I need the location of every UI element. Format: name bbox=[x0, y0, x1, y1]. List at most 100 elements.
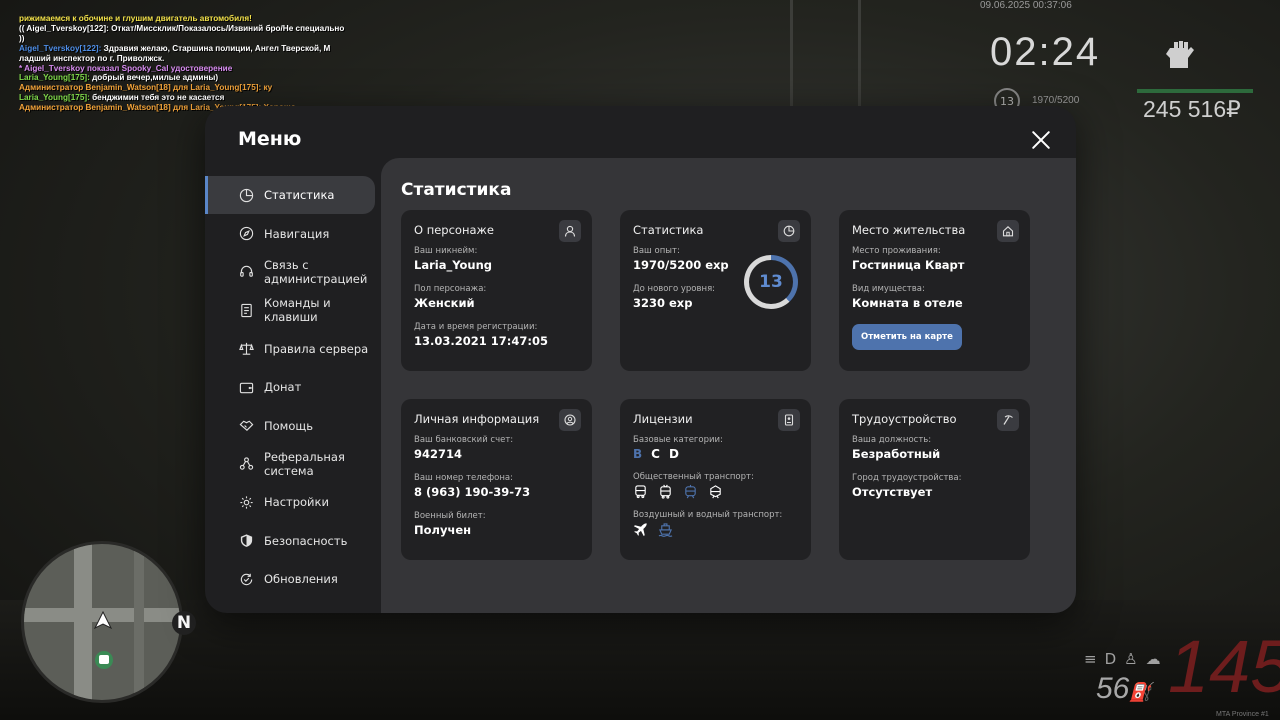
air-water-licenses bbox=[633, 522, 798, 537]
minimap-road bbox=[134, 544, 144, 700]
card-title: Трудоустройство bbox=[852, 412, 957, 426]
sidebar-item-label: Статистика bbox=[264, 188, 335, 203]
chat-log: рижимаемся к обочине и глушим двигатель … bbox=[19, 14, 359, 113]
headset-icon bbox=[237, 263, 255, 281]
hud-date: 09.06.2025 00:37:06 bbox=[980, 0, 1072, 11]
field-label: Дата и время регистрации: bbox=[414, 322, 538, 332]
card-title: Место жительства bbox=[852, 223, 966, 237]
level-value: 13 bbox=[749, 260, 793, 304]
card-character: О персонаже Ваш никнейм: Laria_Young Пол… bbox=[401, 210, 592, 371]
sidebar-item-scales[interactable]: Правила сервера bbox=[205, 330, 381, 368]
sidebar-item-document[interactable]: Команды и клавиши bbox=[205, 291, 381, 329]
fuel-icon: ⛽ bbox=[1129, 682, 1152, 702]
stats-title: Статистика bbox=[401, 180, 512, 200]
card-title: Статистика bbox=[633, 223, 704, 237]
sidebar-item-label: Правила сервера bbox=[264, 341, 369, 356]
hud-speed: 145 bbox=[1168, 625, 1280, 708]
sidebar-item-label: Команды и клавиши bbox=[264, 296, 331, 325]
place-value: Гостиница Кварт bbox=[852, 258, 965, 272]
engine-icon: ☁ bbox=[1145, 650, 1169, 668]
chat-line: Laria_Young[175]: добрый вечер,милые адм… bbox=[19, 73, 359, 83]
city-value: Отсутствует bbox=[852, 485, 933, 499]
pie-chart-icon bbox=[778, 220, 800, 242]
document-icon bbox=[237, 301, 255, 319]
sidebar-item-label: Обновления bbox=[264, 572, 338, 587]
sidebar-item-wallet[interactable]: Донат bbox=[205, 368, 381, 406]
field-label: Военный билет: bbox=[414, 511, 486, 521]
tram-icon bbox=[683, 484, 698, 499]
bus-stop-icon bbox=[95, 651, 113, 669]
public-transport-licenses bbox=[633, 484, 798, 499]
wallet-icon bbox=[237, 378, 255, 396]
trolleybus-icon bbox=[658, 484, 673, 499]
field-label: Общественный транспорт: bbox=[633, 472, 754, 482]
sidebar-item-network[interactable]: Реферальная система bbox=[205, 445, 381, 483]
chat-message: добрый вечер,милые админы) bbox=[89, 73, 219, 83]
refresh-check-icon bbox=[237, 570, 255, 588]
card-personal: Личная информация Ваш банковский счет: 9… bbox=[401, 399, 592, 560]
scene-pole bbox=[790, 0, 793, 110]
chat-line: Администратор Benjamin_Watson[18] для La… bbox=[19, 83, 273, 93]
field-label: Ваш никнейм: bbox=[414, 246, 478, 256]
sidebar-item-label: Помощь bbox=[264, 418, 314, 433]
compass-icon bbox=[237, 225, 255, 243]
sidebar-item-headset[interactable]: Связь с администрацией bbox=[205, 253, 381, 291]
sidebar-item-shield[interactable]: Безопасность bbox=[205, 522, 381, 560]
chat-player-name: Laria_Young[175]: bbox=[19, 93, 90, 103]
field-label: Ваш номер телефона: bbox=[414, 473, 513, 483]
menu-modal: Меню Статистика Навигация Связь с админист… bbox=[205, 106, 1076, 613]
close-button[interactable] bbox=[1031, 130, 1051, 150]
hud-exp: 1970/5200 bbox=[1032, 95, 1080, 106]
reg-date-value: 13.03.2021 17:47:05 bbox=[414, 334, 548, 348]
scene-pole bbox=[858, 0, 861, 110]
health-bar bbox=[1137, 89, 1253, 93]
shield-icon bbox=[237, 532, 255, 550]
sidebar-item-compass[interactable]: Навигация bbox=[205, 214, 381, 252]
boat-icon bbox=[658, 522, 673, 537]
sidebar-item-gear[interactable]: Настройки bbox=[205, 483, 381, 521]
bank-value: 942714 bbox=[414, 447, 463, 461]
sidebar-item-refresh-check[interactable]: Обновления bbox=[205, 560, 381, 598]
handshake-icon bbox=[237, 417, 255, 435]
hud-money: 245 516₽ bbox=[1143, 96, 1241, 122]
vehicle-status-icons: ≡D♙☁ bbox=[1084, 650, 1169, 668]
sidebar-item-label: Донат bbox=[264, 380, 302, 395]
field-label: Место проживания: bbox=[852, 246, 941, 256]
chat-line: (( Aigel_Tverskoy[122]: Откат/Миссклик/П… bbox=[19, 23, 345, 33]
field-label: Пол персонажа: bbox=[414, 284, 487, 294]
property-value: Комната в отеле bbox=[852, 296, 963, 310]
chat-line: * Aigel_Tverskoy показал Spooky_Cal удос… bbox=[19, 63, 233, 73]
sidebar-item-pie-chart[interactable]: Статистика bbox=[205, 176, 375, 215]
sidebar-item-label: Реферальная система bbox=[264, 449, 345, 478]
chat-line: ладший инспектор по г. Приволжск. bbox=[19, 53, 165, 63]
house-icon bbox=[997, 220, 1019, 242]
id-card-icon bbox=[778, 409, 800, 431]
chat-player-name: Aigel_Tverskoy[122]: bbox=[19, 43, 102, 53]
stats-panel: Статистика О персонаже Ваш никнейм: Lari… bbox=[381, 158, 1076, 613]
plane-icon bbox=[633, 522, 648, 537]
sidebar-item-label: Настройки bbox=[264, 495, 329, 510]
fuel-value: 56 bbox=[1096, 672, 1130, 705]
chat-message: бенджимин тебя это не касается bbox=[89, 93, 225, 103]
field-label: Базовые категории: bbox=[633, 435, 723, 445]
north-indicator: N bbox=[172, 611, 196, 635]
sidebar-item-handshake[interactable]: Помощь bbox=[205, 406, 381, 444]
field-label: Ваша должность: bbox=[852, 435, 932, 445]
sidebar-menu: Статистика Навигация Связь с администрацие… bbox=[205, 176, 381, 598]
position-value: Безработный bbox=[852, 447, 941, 461]
chat-message: Здравия желаю, Старшина полиции, Ангел Т… bbox=[101, 43, 331, 53]
card-title: О персонаже bbox=[414, 223, 494, 237]
field-label: Ваш банковский счет: bbox=[414, 435, 514, 445]
server-name: MTA Province #1 bbox=[1216, 711, 1269, 718]
mark-on-map-button[interactable]: Отметить на карте bbox=[852, 324, 962, 350]
chat-line: )) bbox=[19, 33, 25, 43]
train-icon bbox=[708, 484, 723, 499]
user-icon bbox=[559, 220, 581, 242]
gender-value: Женский bbox=[414, 296, 475, 310]
field-label: Город трудоустройства: bbox=[852, 473, 962, 483]
card-title: Личная информация bbox=[414, 412, 540, 426]
nickname-value: Laria_Young bbox=[414, 258, 492, 272]
pickaxe-icon bbox=[997, 409, 1019, 431]
card-job: Трудоустройство Ваша должность: Безработ… bbox=[839, 399, 1030, 560]
field-label: Вид имущества: bbox=[852, 284, 925, 294]
